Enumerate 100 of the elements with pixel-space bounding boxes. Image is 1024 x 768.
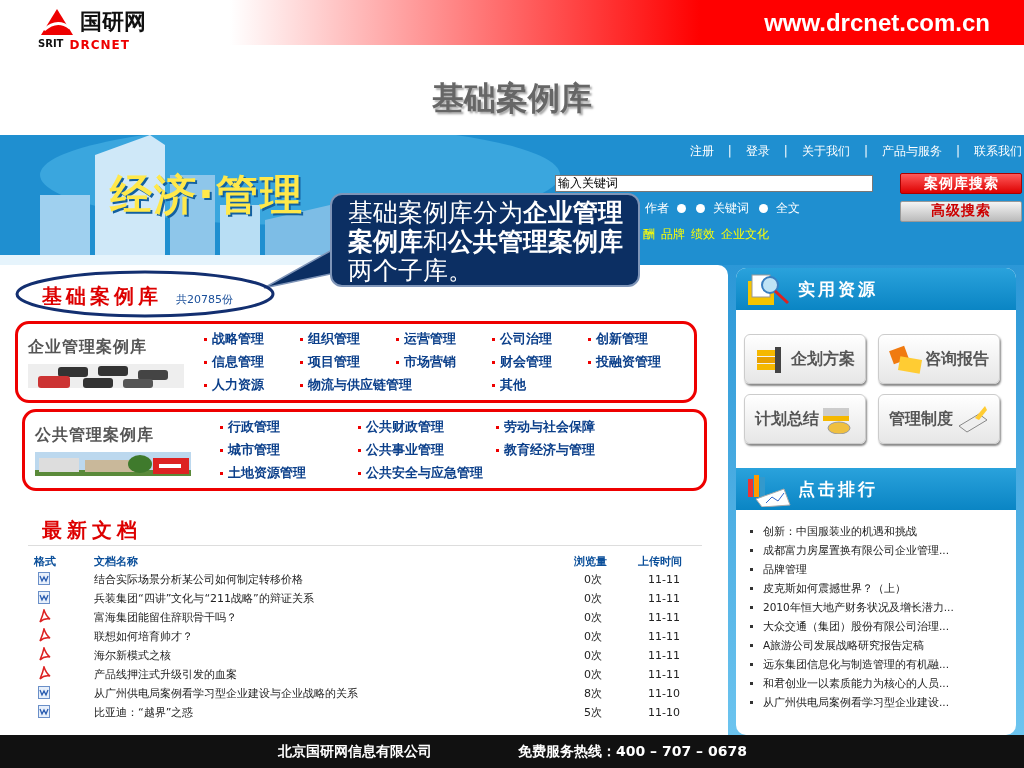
table-cell-text: 11-10 [647,686,681,702]
table-cell-text: 11-11 [647,591,681,607]
column-header: 上传时间 [638,553,683,570]
category-link[interactable]: 劳动与社会保障 [496,418,634,436]
ranking-link[interactable]: 从广州供电局案例看学习型企业建设... [763,695,949,710]
nav-link[interactable]: 联系我们 [972,142,1024,160]
pdf-icon [38,666,51,680]
logo-icon [40,8,74,36]
category-link[interactable]: 行政管理 [220,418,358,436]
count-text: 共20785份 [176,292,233,307]
ranking-link[interactable]: 品牌管理 [763,562,807,577]
column-header: 浏览量 [574,552,638,570]
document-link[interactable]: 从广州供电局案例看学习型企业建设与企业战略的关系 [94,684,574,703]
document-link[interactable]: 比亚迪：“越界”之惑 [94,703,574,722]
category-link[interactable]: 运营管理 [396,330,492,348]
resource-button[interactable]: 计划总结 [744,394,866,444]
category-link[interactable]: 投融资管理 [588,353,684,371]
document-icon [38,571,50,585]
radio-button[interactable] [677,203,686,213]
option-label: 全文 [776,199,800,217]
table-cell-text: 0次 [583,648,603,664]
resource-button[interactable]: 咨询报告 [878,334,1000,384]
resource-button[interactable]: 管理制度 [878,394,1000,444]
ranking-link[interactable]: 大众交通（集团）股份有限公司治理... [763,619,949,634]
nav-separator: | [954,144,961,158]
category-link[interactable]: 财会管理 [492,353,588,371]
category-link[interactable]: 组织管理 [300,330,396,348]
nav-separator: | [726,144,733,158]
table-cell-text: 11-10 [647,705,681,721]
panel-title: 点击排行 [798,477,878,501]
panel-title: 实用资源 [798,277,878,301]
resource-button[interactable]: 企划方案 [744,334,866,384]
nav-link[interactable]: 关于我们 [799,142,852,160]
footer-text: 免费服务热线：400 – 707 – 0678 [518,742,747,761]
table-cell-text: 11-11 [647,572,681,588]
document-link[interactable]: 富海集团能留住辞职骨干吗？ [94,608,574,627]
table-cell-text: 11-11 [647,610,681,626]
category-link[interactable]: 人力资源 [204,376,300,394]
section-title: 最新文档 [42,517,143,543]
category-link[interactable]: 创新管理 [588,330,684,348]
option-label: 关键词 [713,199,749,217]
document-link[interactable]: 联想如何培育帅才？ [94,627,574,646]
category-link[interactable]: 公共财政管理 [358,418,496,436]
table-cell-text: 11-11 [647,648,681,664]
table-cell-text: 0次 [583,591,603,607]
radio-button[interactable] [759,203,768,213]
category-link[interactable]: 城市管理 [220,441,358,459]
category-link[interactable]: 教育经济与管理 [496,441,634,459]
category-link[interactable]: 公共安全与应急管理 [358,464,496,482]
document-link[interactable]: 结合实际场景分析某公司如何制定转移价格 [94,570,574,589]
ranking-link[interactable]: 皮克斯如何震撼世界？（上） [763,581,906,596]
search-button[interactable]: 案例库搜索 [900,173,1022,194]
category-link[interactable]: 土地资源管理 [220,464,358,482]
table-cell-text: 11-11 [647,667,681,683]
category-link[interactable]: 信息管理 [204,353,300,371]
ranking-link[interactable]: A旅游公司发展战略研究报告定稿 [763,638,925,653]
table-cell-text: 0次 [583,667,603,683]
document-link[interactable]: 海尔新模式之核 [94,646,574,665]
logo-text: 国研网 [80,11,146,33]
folder-icon [889,344,923,374]
logo-caption: SRIT [38,39,64,51]
document-icon [38,590,50,604]
table-cell-text: 0次 [583,629,603,645]
table-cell-text: 8次 [583,686,603,702]
category-link[interactable]: 公司治理 [492,330,588,348]
category-link[interactable]: 项目管理 [300,353,396,371]
category-link[interactable]: 战略管理 [204,330,300,348]
slide-title: 基础案例库 [431,78,593,118]
document-link[interactable]: 产品线押注式升级引发的血案 [94,665,574,684]
ranking-link[interactable]: 远东集团信息化与制造管理的有机融... [763,657,949,672]
ranking-link[interactable]: 成都富力房屋置换有限公司企业管理... [763,543,949,558]
category-link[interactable]: 市场营销 [396,353,492,371]
website-address: www.drcnet.com.cn [764,8,990,37]
nav-link[interactable]: 产品与服务 [879,142,944,160]
category-link[interactable]: 物流与供应链管理 [300,376,492,394]
document-icon [38,704,50,718]
pdf-icon [38,647,51,661]
nav-link[interactable]: 登录 [743,142,772,160]
section-title: 基础案例库 [42,283,162,310]
callout-text: 基础案例库分为企业管理案例库和公共管理案例库两个子库。 [330,193,640,287]
document-icon [38,685,50,699]
option-label: 作者 [645,199,669,217]
category-link[interactable]: 公共事业管理 [358,441,496,459]
nav-link[interactable]: 注册 [687,142,716,160]
pdf-icon [38,628,51,642]
column-header: 文档名称 [94,552,574,570]
table-cell-text: 0次 [583,610,603,626]
category-link[interactable]: 其他 [492,376,588,394]
column-header: 格式 [28,552,94,570]
ranking-link[interactable]: 创新：中国服装业的机遇和挑战 [763,524,917,539]
search-field[interactable]: 输入关键词 [555,175,873,192]
nav-separator: | [862,144,869,158]
advanced-search-button[interactable]: 高级搜索 [900,200,1022,222]
document-link[interactable]: 兵装集团“四讲”文化与“211战略”的辩证关系 [94,589,574,608]
ranking-link[interactable]: 2010年恒大地产财务状况及增长潜力... [763,600,954,615]
logo-caption: DRCNET [69,39,130,51]
radio-button[interactable] [696,203,705,213]
category-title: 公共管理案例库 [35,424,155,446]
category-title: 企业管理案例库 [28,336,148,358]
ranking-link[interactable]: 和君创业一以素质能力为核心的人员... [763,676,949,691]
